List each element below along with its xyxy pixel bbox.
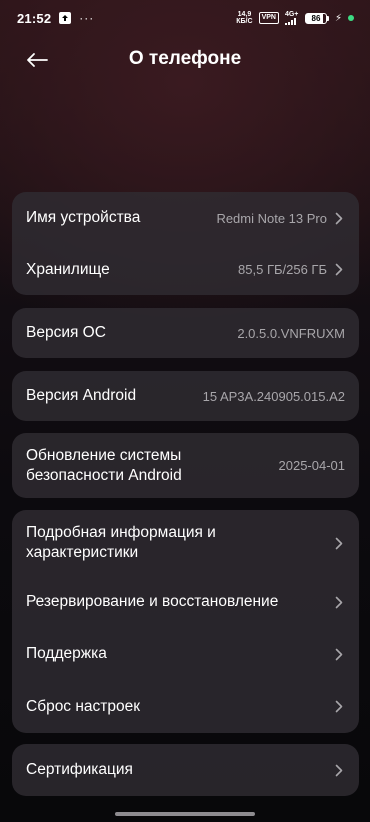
chevron-right-icon bbox=[335, 263, 345, 277]
device-name-row[interactable]: Имя устройства Redmi Note 13 Pro bbox=[12, 192, 359, 244]
security-update-label: Обновление системы безопасности Android bbox=[26, 446, 182, 486]
android-version-row[interactable]: Версия Android 15 AP3A.240905.015.A2 bbox=[12, 371, 359, 421]
details-label: Подробная информация и характеристики bbox=[26, 523, 216, 563]
status-bar: 21:52 ··· 14,9 КБ/С VPN 4G+ 86 ⚡ bbox=[0, 0, 370, 36]
security-update-row[interactable]: Обновление системы безопасности Android … bbox=[12, 433, 359, 498]
upload-notification-icon bbox=[59, 12, 72, 24]
battery-icon: 86 bbox=[304, 12, 329, 24]
security-update-card: Обновление системы безопасности Android … bbox=[12, 433, 359, 498]
battery-level: 86 bbox=[304, 12, 327, 24]
network-speed-value: 14,9 bbox=[237, 11, 252, 18]
header: О телефоне bbox=[0, 40, 370, 80]
chevron-right-icon bbox=[335, 595, 345, 609]
certification-label: Сертификация bbox=[26, 761, 133, 778]
security-update-value: 2025-04-01 bbox=[278, 458, 346, 473]
status-left: 21:52 ··· bbox=[17, 11, 94, 26]
details-label-line2: характеристики bbox=[26, 544, 139, 561]
os-version-label: Версия ОС bbox=[26, 324, 106, 341]
security-update-label-line1: Обновление системы bbox=[26, 446, 182, 464]
status-time: 21:52 bbox=[17, 10, 52, 26]
chevron-right-icon bbox=[335, 211, 345, 225]
support-row[interactable]: Поддержка bbox=[12, 628, 359, 680]
more-notifications-icon: ··· bbox=[79, 11, 95, 25]
signal-bars-icon bbox=[284, 18, 296, 25]
details-row[interactable]: Подробная информация и характеристики bbox=[12, 510, 359, 576]
reset-row[interactable]: Сброс настроек bbox=[12, 680, 359, 733]
device-name-value: Redmi Note 13 Pro bbox=[216, 210, 327, 226]
backup-label: Резервирование и восстановление bbox=[26, 593, 279, 610]
chevron-right-icon bbox=[335, 763, 345, 777]
android-version-value: 15 AP3A.240905.015.A2 bbox=[202, 388, 345, 404]
device-card: Имя устройства Redmi Note 13 Pro Хранили… bbox=[12, 192, 359, 295]
android-version-card: Версия Android 15 AP3A.240905.015.A2 bbox=[12, 371, 359, 421]
support-label: Поддержка bbox=[26, 645, 107, 662]
chevron-right-icon bbox=[335, 647, 345, 661]
security-update-label-line2: безопасности Android bbox=[26, 466, 182, 484]
gesture-handle[interactable] bbox=[115, 812, 255, 816]
android-version-label: Версия Android bbox=[26, 387, 137, 404]
storage-value: 85,5 ГБ/256 ГБ bbox=[238, 262, 327, 277]
os-version-value: 2.0.5.0.VNFRUXM bbox=[237, 325, 345, 341]
network-speed-unit: КБ/С bbox=[236, 18, 253, 25]
reset-label: Сброс настроек bbox=[26, 697, 141, 715]
os-version-row[interactable]: Версия ОС 2.0.5.0.VNFRUXM bbox=[12, 308, 359, 358]
certification-row[interactable]: Сертификация bbox=[12, 744, 359, 796]
device-name-label: Имя устройства bbox=[26, 209, 141, 226]
privacy-indicator-icon bbox=[348, 15, 354, 21]
details-label-line1: Подробная информация и bbox=[26, 524, 216, 541]
vpn-badge: VPN bbox=[258, 12, 279, 24]
chevron-right-icon bbox=[335, 536, 345, 550]
certification-card: Сертификация bbox=[12, 744, 359, 796]
charging-icon: ⚡ bbox=[334, 12, 342, 24]
signal-type: 4G+ bbox=[284, 11, 299, 18]
signal-indicator: 4G+ bbox=[284, 11, 299, 25]
status-right: 14,9 КБ/С VPN 4G+ 86 ⚡ bbox=[236, 11, 354, 25]
storage-label: Хранилище bbox=[26, 260, 110, 278]
os-version-card: Версия ОС 2.0.5.0.VNFRUXM bbox=[12, 308, 359, 358]
more-options-card: Подробная информация и характеристики Ре… bbox=[12, 510, 359, 733]
chevron-right-icon bbox=[335, 700, 345, 714]
storage-row[interactable]: Хранилище 85,5 ГБ/256 ГБ bbox=[12, 244, 359, 295]
backup-row[interactable]: Резервирование и восстановление bbox=[12, 576, 359, 628]
network-speed: 14,9 КБ/С bbox=[236, 11, 252, 25]
page-title: О телефоне bbox=[128, 48, 242, 69]
